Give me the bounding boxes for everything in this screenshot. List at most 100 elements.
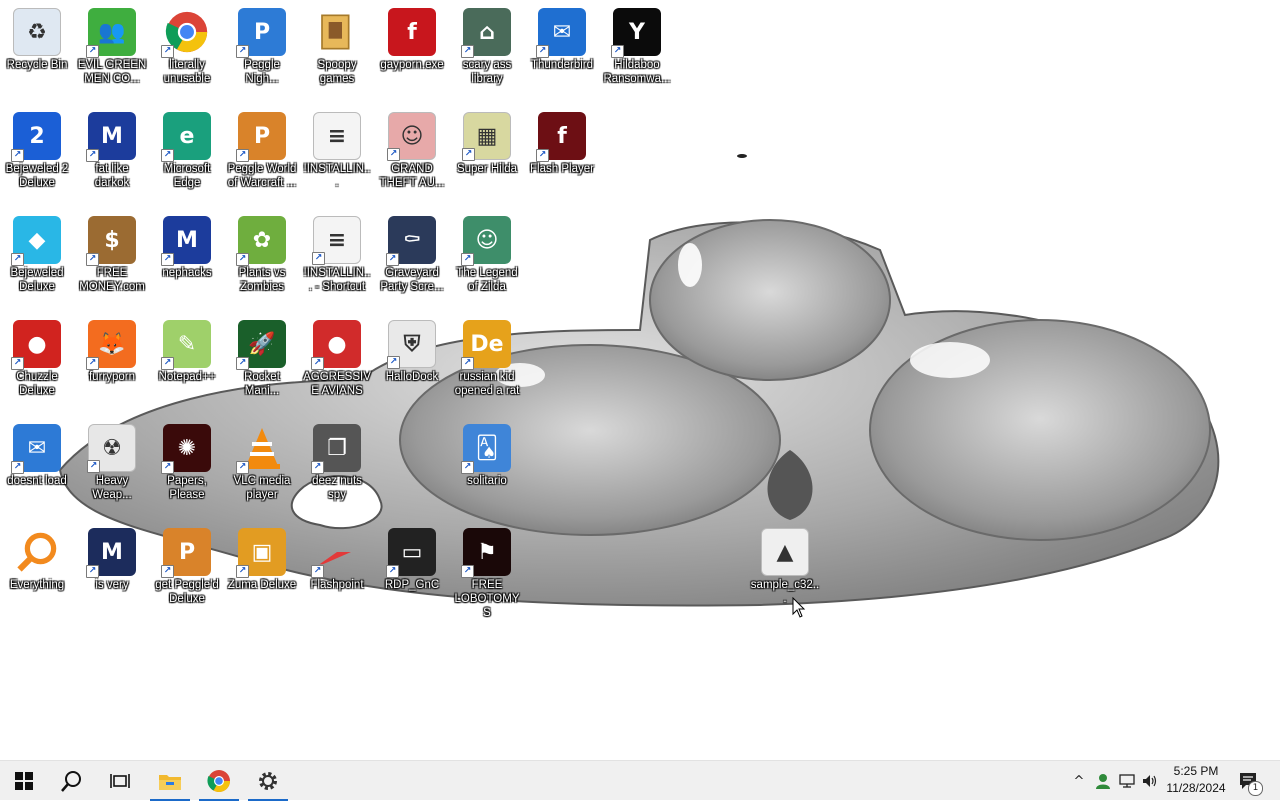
desktop-icon[interactable]: ☺ ↗ The Legend of Zilda [450,212,524,312]
volume-tray-button[interactable] [1140,761,1160,801]
desktop-icon-label: Notepad++ [158,371,216,383]
desktop-icon-label: Everything [9,579,65,591]
rdp-icon: ▭ ↗ [386,528,436,578]
desktop[interactable]: ♻ Recycle Bin 👥 ↗ EVIL GREEN MEN CO... ↗ liter… [0,0,1280,760]
desktop-icon[interactable]: 🂡 ↗ solitario [450,420,524,520]
text-file-icon: ≡ ↗ [312,216,361,265]
desktop-icon-label: Thunderbird [530,59,593,71]
desktop-icon[interactable]: ⚰ ↗ Graveyard Party Scre... [375,212,449,312]
shortcut-arrow-icon: ↗ [461,357,474,370]
desktop-icon[interactable]: ✉ ↗ doesnt load [0,420,74,520]
notification-count-badge: 1 [1248,781,1263,796]
desktop-icon[interactable]: Y ↗ Hildaboo Ransomwa... [600,4,674,104]
clock[interactable]: 5:25 PM 11/28/2024 [1160,763,1232,799]
desktop-icon[interactable]: P ↗ Peggle Nigh... [225,4,299,104]
desktop-icon[interactable]: ⚑ ↗ FREE LOBOTOMYS [450,524,524,624]
desktop-icon-label: FREE LOBOTOMYS [454,579,520,619]
recycle-bin-icon: ♻ [13,8,61,56]
desktop-icon[interactable]: ♻ Recycle Bin [0,4,74,104]
desktop-icon[interactable]: Spoopy games [300,4,374,104]
desktop-icon-label: deez nuts spy [312,475,362,501]
desktop-icon[interactable]: Everything [0,524,74,624]
people-tray-button[interactable] [1092,761,1114,801]
desktop-icon-label: RDP_GnC [384,579,440,591]
desktop-icon-label: Chuzzle Deluxe [16,371,58,397]
chrome-icon [207,770,230,792]
action-center-button[interactable]: 1 [1234,761,1263,801]
desktop-icon[interactable]: ⌂ ↗ scary ass library [450,4,524,104]
desktop-icon-label: !INSTALLIN... - Shortcut [303,267,371,293]
settings-taskbar-button[interactable] [246,761,290,801]
shortcut-arrow-icon: ↗ [611,45,624,58]
text-file-icon: ≡ [313,112,361,160]
search-button[interactable] [50,761,94,801]
desktop-icon[interactable]: ☺ ↗ GRAND THEFT AU... [375,108,449,208]
desktop-icon[interactable]: ● ↗ Chuzzle Deluxe [0,316,74,416]
desktop-icon-label: solitario [467,475,507,487]
desktop-icon[interactable]: ≡ ↗ !INSTALLIN... - Shortcut [300,212,374,312]
desktop-icon[interactable]: ⛨ ↗ HalloDock [375,316,449,416]
taskbar: ^ 5:25 PM 11/28/2024 1 [0,760,1280,801]
desktop-icon[interactable]: ≡ !INSTALLIN... [300,108,374,208]
desktop-icon[interactable]: 🦊 ↗ furryporn [75,316,149,416]
start-button[interactable] [2,761,46,801]
desktop-icon[interactable]: M ↗ fat like darkok [75,108,149,208]
desktop-icon[interactable]: ▦ ↗ Super Hilda [450,108,524,208]
desktop-icon[interactable]: $ ↗ FREE MONEY.com [75,212,149,312]
chrome-taskbar-button[interactable] [197,761,241,801]
desktop-icon[interactable]: ▭ ↗ RDP_GnC [375,524,449,624]
shortcut-arrow-icon: ↗ [461,565,474,578]
vlc-icon: ↗ [236,424,286,474]
desktop-icon[interactable]: ✎ ↗ Notepad++ [150,316,224,416]
desktop-icon[interactable]: 🚀 ↗ Rocket Mani... [225,316,299,416]
money-bag-icon: $ ↗ [86,216,136,266]
desktop-icon[interactable]: ▲ sample_c32... [748,524,822,624]
desktop-icon[interactable]: De ↗ russian kid opened a rat [450,316,524,416]
desktop-icon-label: Plants vs Zombies [238,267,286,293]
desktop-icon-label: Microsoft Edge [163,163,211,189]
desktop-icon-label: literally unusable [163,59,211,85]
desktop-icon[interactable]: ✺ ↗ Papers, Please [150,420,224,520]
task-view-button[interactable] [98,761,142,801]
shortcut-arrow-icon: ↗ [461,45,474,58]
desktop-icon[interactable]: M ↗ is very [75,524,149,624]
desktop-icon[interactable]: ▣ ↗ Zuma Deluxe [225,524,299,624]
shortcut-arrow-icon: ↗ [161,565,174,578]
people-icon [1096,774,1110,789]
desktop-icon[interactable]: ✉ ↗ Thunderbird [525,4,599,104]
network-tray-button[interactable] [1116,761,1138,801]
desktop-icon[interactable]: 2 ↗ Bejeweled 2 Deluxe [0,108,74,208]
desktop-icon[interactable]: e ↗ Microsoft Edge [150,108,224,208]
desktop-icon[interactable]: ↗ VLC media player [225,420,299,520]
desktop-icon[interactable]: ❐ ↗ deez nuts spy [300,420,374,520]
desktop-icon[interactable]: f ↗ Flash Player [525,108,599,208]
gta-icon: ☺ ↗ [387,112,436,161]
desktop-icon[interactable]: ↗ Flashpoint [300,524,374,624]
desktop-icon[interactable]: ● ↗ AGGRESSIVE AVIANS [300,316,374,416]
shortcut-arrow-icon: ↗ [236,565,249,578]
shortcut-arrow-icon: ↗ [86,565,99,578]
bejeweled2-icon: 2 ↗ [11,112,61,162]
desktop-icon[interactable]: P ↗ get Peggle'd Deluxe [150,524,224,624]
desktop-icon-label: is very [95,579,129,591]
radiation-icon: ☢ ↗ [87,424,136,473]
desktop-icon[interactable]: ↗ literally unusable [150,4,224,104]
thunderbird-icon: ✉ ↗ [11,424,61,474]
notepad-plus-icon: ✎ ↗ [161,320,211,370]
flashpoint-icon: ↗ [311,528,361,578]
show-hidden-icons-button[interactable]: ^ [1068,761,1090,801]
desktop-icon[interactable]: 👥 ↗ EVIL GREEN MEN CO... [75,4,149,104]
desktop-icon-label: FREE MONEY.com [79,267,145,293]
desktop-icon[interactable]: P ↗ Peggle World of Warcraft ... [225,108,299,208]
desktop-icon[interactable]: ◆ ↗ Bejeweled Deluxe [0,212,74,312]
chevron-up-icon: ^ [1073,773,1085,789]
desktop-icon-label: doesnt load [7,475,67,487]
yashma-icon: Y ↗ [611,8,661,58]
file-explorer-button[interactable] [148,761,192,801]
desktop-icon[interactable]: f gayporn.exe [375,4,449,104]
desktop-icon-label: sample_c32... [750,579,820,605]
flash-icon: f [388,8,436,56]
desktop-icon[interactable]: ✿ ↗ Plants vs Zombies [225,212,299,312]
desktop-icon[interactable]: ☢ ↗ Heavy Weap... [75,420,149,520]
desktop-icon[interactable]: M ↗ nephacks [150,212,224,312]
